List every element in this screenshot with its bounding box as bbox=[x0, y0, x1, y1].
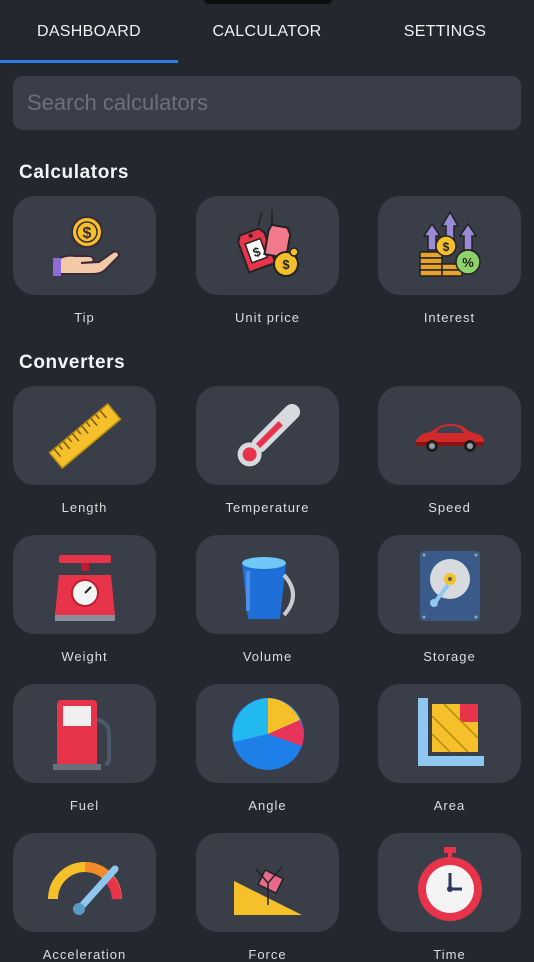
tab-calculator[interactable]: CALCULATOR bbox=[178, 0, 356, 64]
tile-weight[interactable] bbox=[13, 535, 156, 634]
interest-icon: $ % bbox=[418, 209, 481, 277]
tile-area[interactable] bbox=[378, 684, 521, 783]
tile-label-volume: Volume bbox=[242, 649, 293, 664]
thermometer-icon bbox=[237, 403, 300, 466]
tile-angle[interactable] bbox=[196, 684, 339, 783]
stopwatch-icon bbox=[417, 846, 482, 921]
tile-force[interactable] bbox=[196, 833, 339, 932]
svg-text:%: % bbox=[462, 255, 474, 270]
tile-label-temperature: Temperature bbox=[225, 500, 310, 515]
section-title-calculators: Calculators bbox=[19, 162, 130, 183]
tile-speed[interactable] bbox=[378, 386, 521, 485]
svg-text:$: $ bbox=[82, 225, 91, 242]
tab-bar: DASHBOARD CALCULATOR SETTINGS bbox=[0, 0, 534, 64]
tile-interest[interactable]: $ % bbox=[378, 196, 521, 295]
section-title-converters: Converters bbox=[19, 352, 126, 373]
fuel-pump-icon bbox=[52, 699, 111, 770]
gauge-icon bbox=[47, 861, 122, 915]
search-input[interactable] bbox=[13, 76, 521, 130]
tip-icon: $ bbox=[52, 215, 120, 276]
car-icon bbox=[415, 423, 484, 452]
tile-label-length: Length bbox=[61, 500, 108, 515]
tile-temperature[interactable] bbox=[196, 386, 339, 485]
tile-volume[interactable] bbox=[196, 535, 339, 634]
tile-label-storage: Storage bbox=[423, 649, 476, 664]
tile-label-weight: Weight bbox=[61, 649, 108, 664]
price-tag-icon: $ $ bbox=[236, 209, 299, 277]
hard-drive-icon bbox=[419, 550, 480, 621]
tile-acceleration[interactable] bbox=[13, 833, 156, 932]
tile-label-force: Force bbox=[248, 947, 287, 962]
tile-label-speed: Speed bbox=[428, 500, 471, 515]
incline-icon bbox=[233, 866, 302, 915]
tile-storage[interactable] bbox=[378, 535, 521, 634]
tile-fuel[interactable] bbox=[13, 684, 156, 783]
tab-settings[interactable]: SETTINGS bbox=[356, 0, 534, 64]
tile-label-area: Area bbox=[433, 798, 466, 813]
tile-label-fuel: Fuel bbox=[69, 798, 100, 813]
tile-label-tip: Tip bbox=[74, 310, 95, 325]
tile-time[interactable] bbox=[378, 833, 521, 932]
svg-text:$: $ bbox=[442, 240, 449, 254]
area-icon bbox=[417, 697, 484, 766]
tile-label-time: Time bbox=[433, 947, 466, 962]
bucket-icon bbox=[241, 556, 295, 619]
tab-dashboard[interactable]: DASHBOARD bbox=[0, 0, 178, 64]
tile-tip[interactable]: $ bbox=[13, 196, 156, 295]
scale-icon bbox=[54, 554, 115, 621]
tile-length[interactable] bbox=[13, 386, 156, 485]
ruler-icon bbox=[47, 402, 122, 469]
tab-indicator bbox=[0, 60, 178, 63]
tile-label-acceleration: Acceleration bbox=[42, 947, 127, 962]
tile-label-interest: Interest bbox=[423, 310, 476, 325]
tile-label-angle: Angle bbox=[248, 798, 287, 813]
svg-text:$: $ bbox=[282, 257, 290, 272]
tile-unit-price[interactable]: $ $ bbox=[196, 196, 339, 295]
pie-icon bbox=[231, 697, 304, 770]
tile-label-unit-price: Unit price bbox=[235, 310, 300, 325]
